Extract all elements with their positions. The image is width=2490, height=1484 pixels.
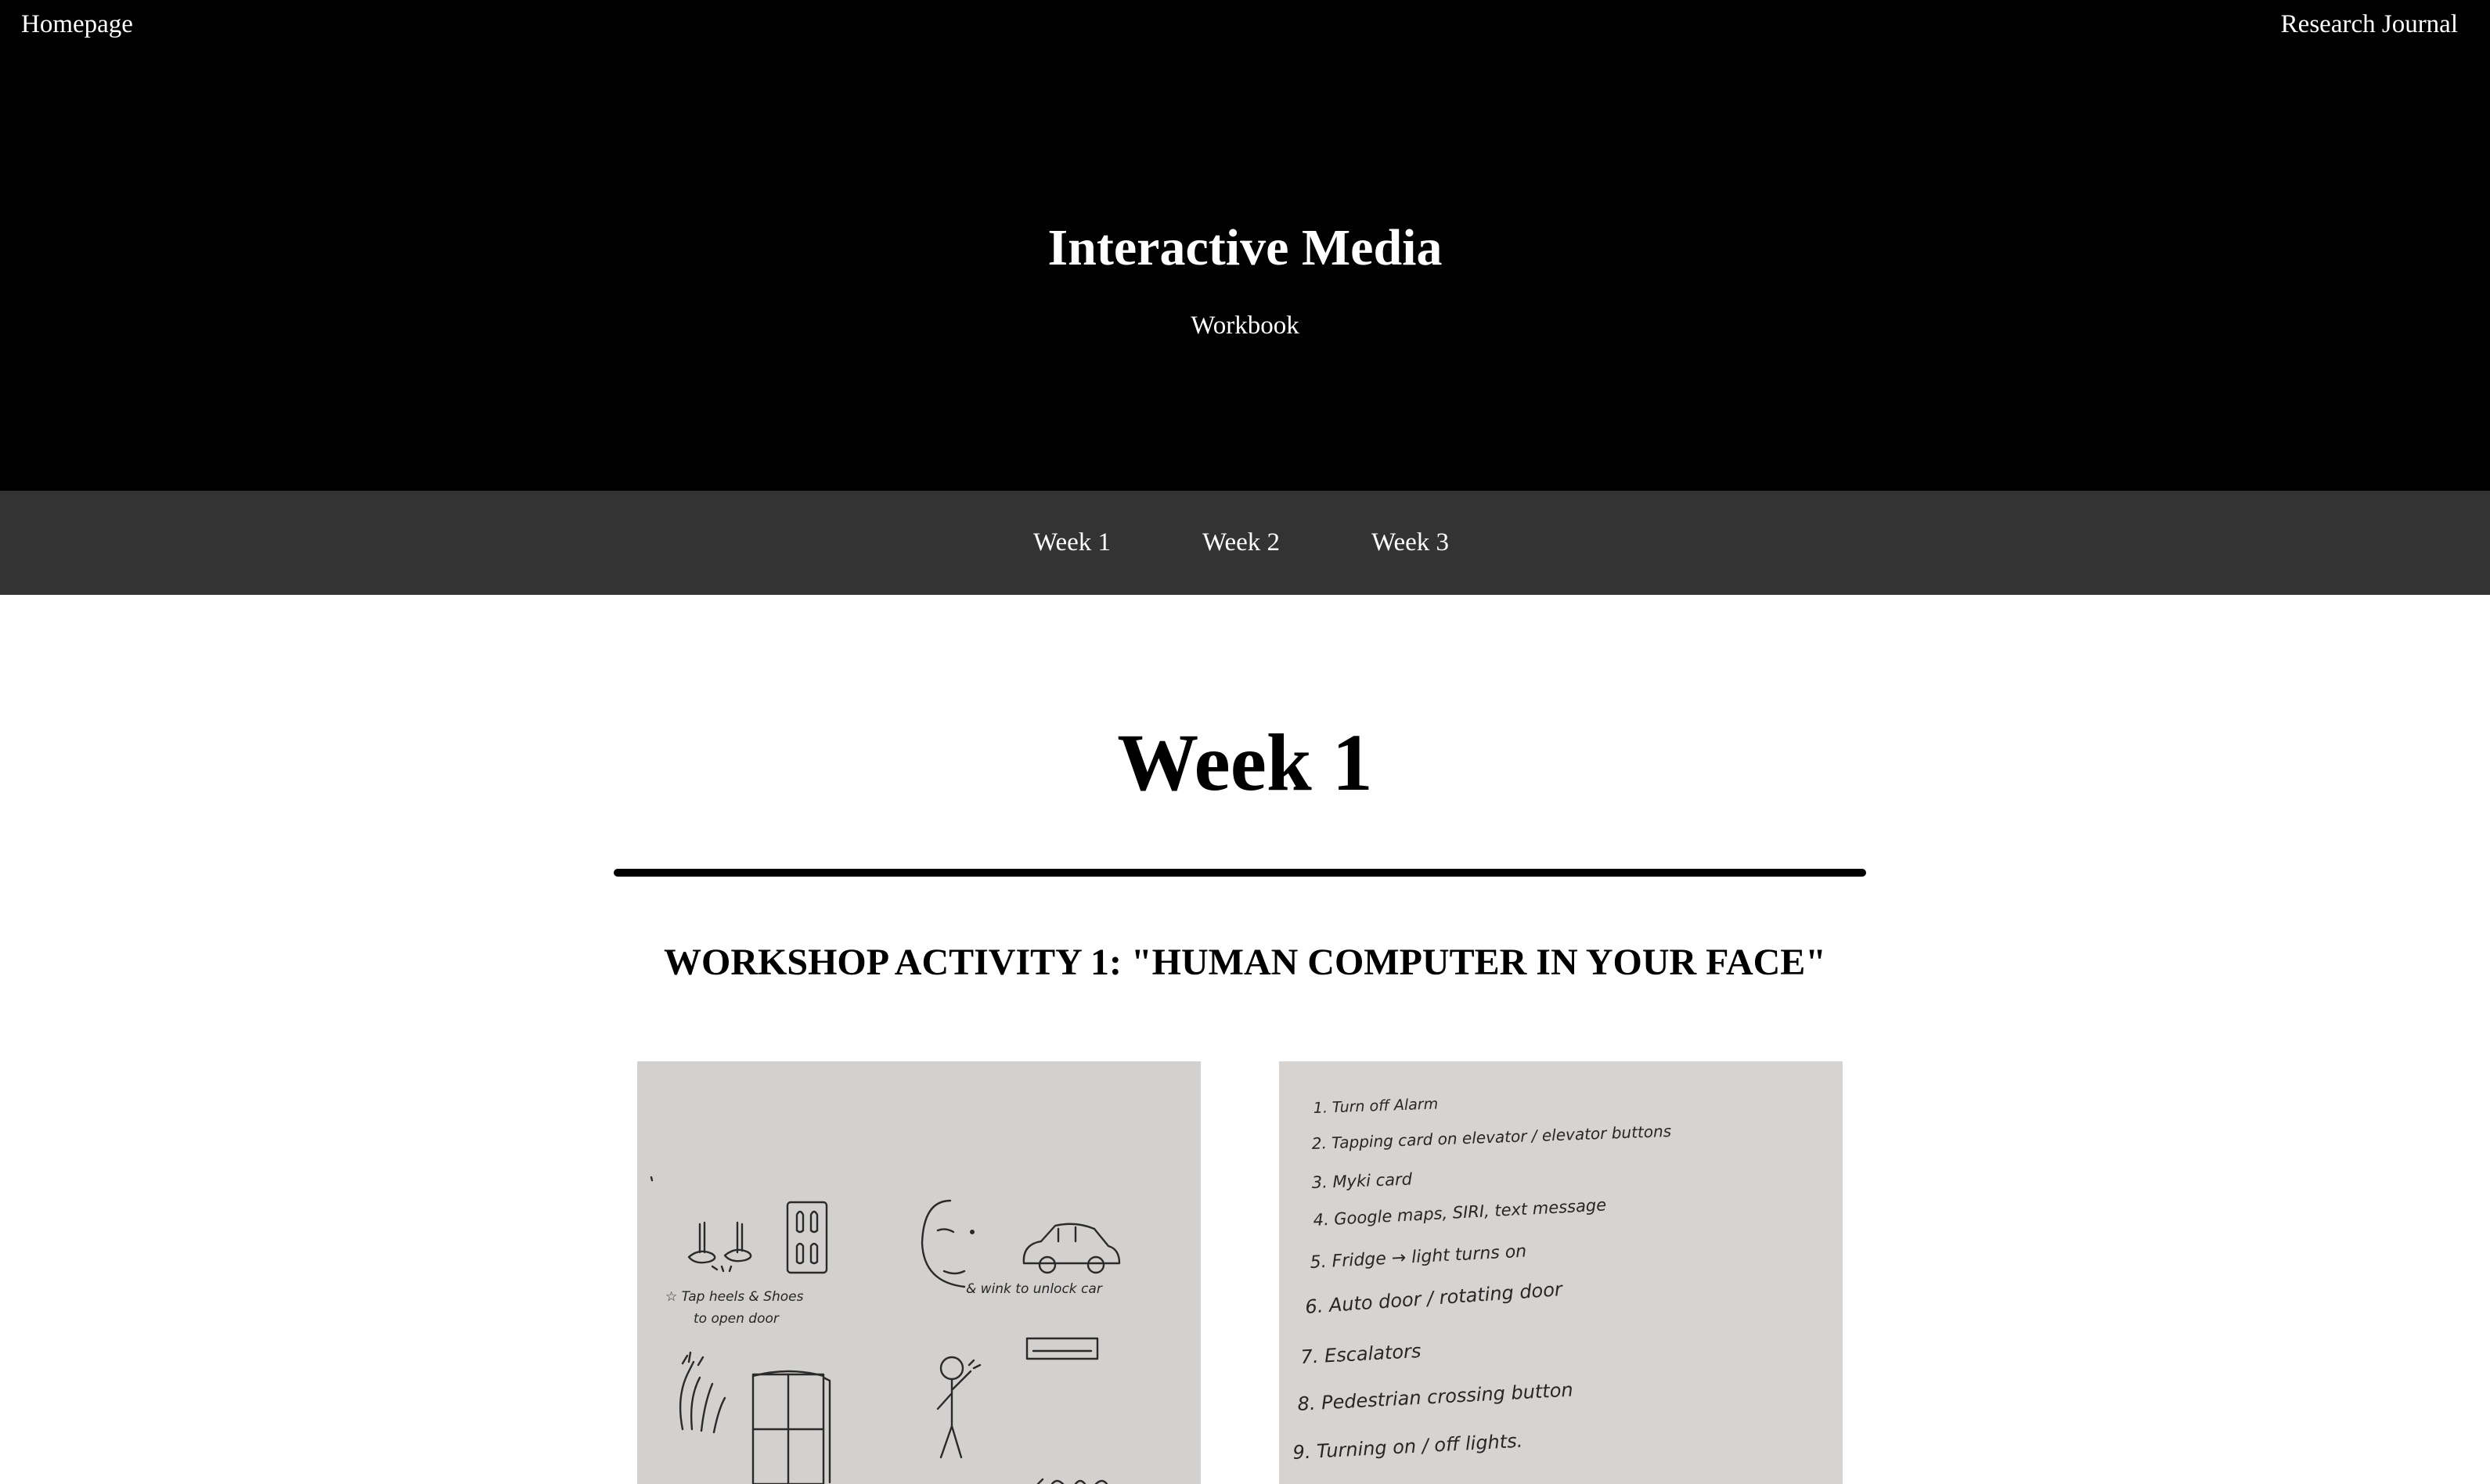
list-item: 5. Fridge → light turns on	[1310, 1242, 1527, 1273]
section-divider	[614, 869, 1866, 877]
site-title: Interactive Media	[1047, 219, 1443, 276]
nav-week-1[interactable]: Week 1	[1033, 526, 1111, 559]
week-title: Week 1	[1117, 718, 1373, 808]
week-navbar: Week 1 Week 2 Week 3	[0, 491, 2490, 595]
handwritten-list: 1. Turn off Alarm 2. Tapping card on ele…	[1292, 1095, 1672, 1464]
site-subtitle: Workbook	[1191, 312, 1299, 340]
list-item: 3. Myki card	[1311, 1170, 1413, 1192]
nav-week-2[interactable]: Week 2	[1202, 526, 1280, 559]
list-item: 8. Pedestrian crossing button	[1297, 1379, 1573, 1415]
caption-wink-car: & wink to unlock car	[966, 1281, 1103, 1297]
sketch-drawing: ☆ Tap heels & Shoes to open door & wink …	[650, 1176, 1121, 1484]
list-item: 2. Tapping card on elevator / elevator b…	[1311, 1122, 1671, 1153]
list-item: 6. Auto door / rotating door	[1304, 1278, 1564, 1318]
research-journal-link[interactable]: Research Journal	[2281, 8, 2458, 41]
site-header: Homepage Research Journal Interactive Me…	[0, 0, 2490, 491]
caption-open-door: to open door	[694, 1311, 780, 1327]
caption-tap-heels: ☆ Tap heels & Shoes	[665, 1289, 804, 1305]
nav-week-3[interactable]: Week 3	[1371, 526, 1449, 559]
activity-heading: WORKSHOP ACTIVITY 1: "HUMAN COMPUTER IN …	[664, 942, 1826, 983]
homepage-link[interactable]: Homepage	[21, 8, 133, 41]
list-item: 4. Google maps, SIRI, text message	[1313, 1195, 1607, 1230]
handwritten-list-photo: 1. Turn off Alarm 2. Tapping card on ele…	[1279, 1061, 1843, 1484]
list-item: 9. Turning on / off lights.	[1292, 1430, 1523, 1464]
list-item: 7. Escalators	[1300, 1340, 1422, 1368]
list-item: 1. Turn off Alarm	[1313, 1095, 1438, 1117]
sketch-photo: ☆ Tap heels & Shoes to open door & wink …	[637, 1061, 1201, 1484]
